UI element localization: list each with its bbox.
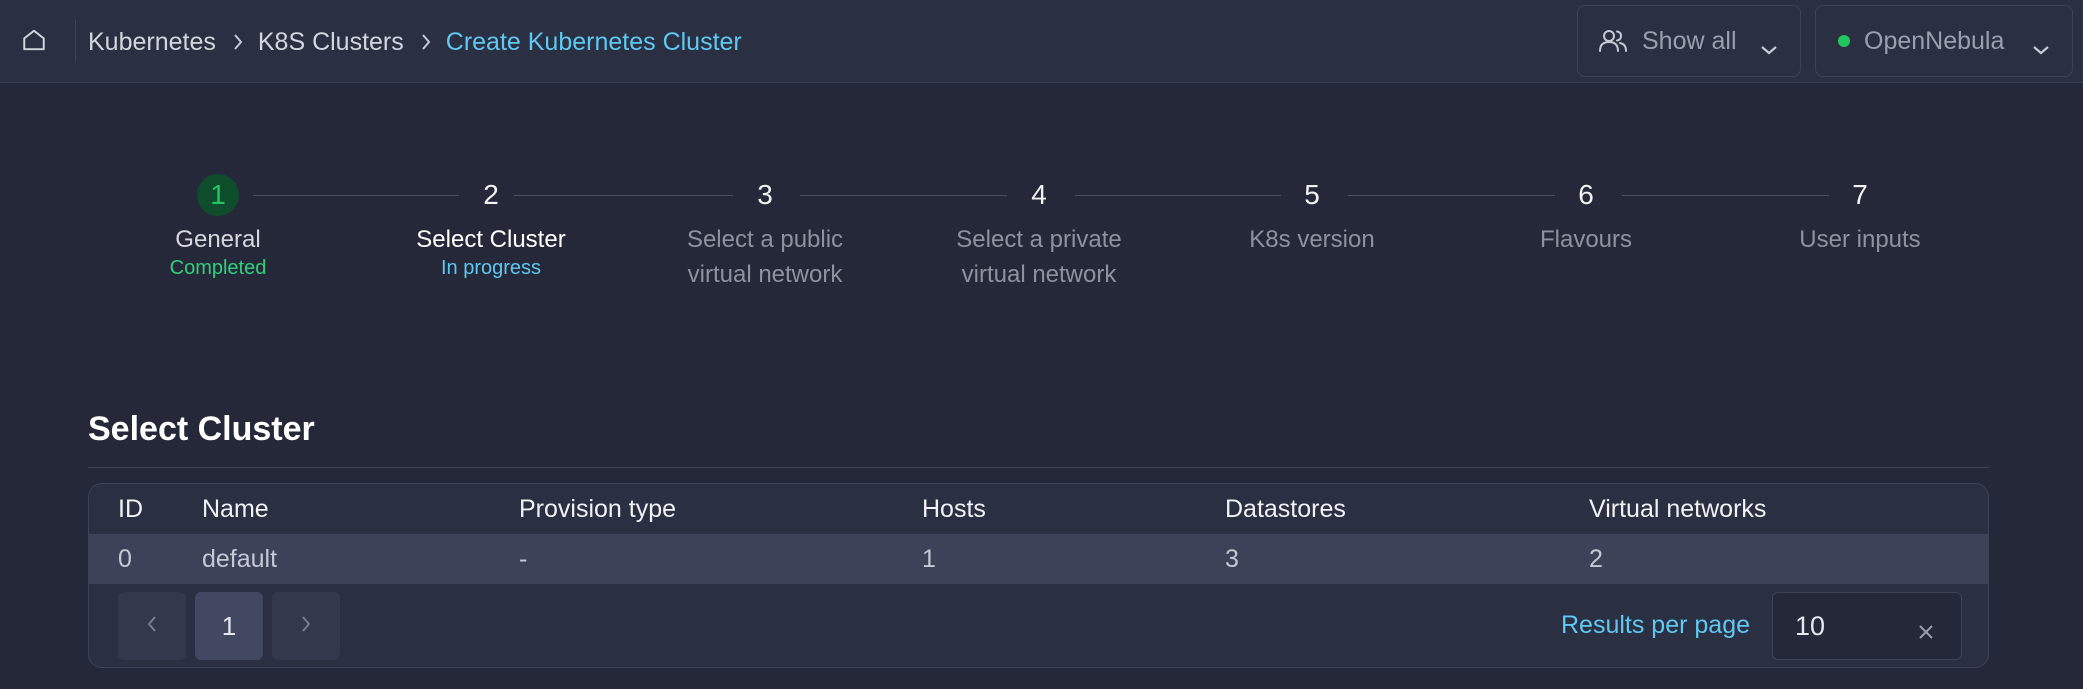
close-icon[interactable]	[1917, 617, 1935, 648]
step-select-cluster: 2 Select Cluster In progress	[376, 174, 606, 280]
step-label: Select a private virtual network	[924, 222, 1154, 292]
next-page-button[interactable]	[272, 592, 340, 660]
step-label: User inputs	[1799, 226, 1921, 253]
home-button[interactable]	[14, 22, 54, 62]
group-filter-label: Show all	[1642, 26, 1737, 55]
results-per-page-select[interactable]: 10	[1772, 592, 1962, 660]
divider	[75, 20, 76, 62]
step-k8s-version: 5 K8s version	[1197, 174, 1427, 257]
column-header-provision-type[interactable]: Provision type	[519, 495, 676, 524]
chevron-left-icon	[146, 615, 158, 638]
step-flavours: 6 Flavours	[1471, 174, 1701, 257]
chevron-down-icon	[2032, 34, 2050, 63]
step-label-line: virtual network	[687, 261, 843, 288]
column-header-name[interactable]: Name	[202, 495, 269, 524]
step-number: 1	[197, 174, 239, 216]
cell-name: default	[202, 544, 278, 573]
step-number: 2	[483, 179, 499, 210]
step-user-inputs: 7 User inputs	[1745, 174, 1975, 257]
step-label: Select a public virtual network	[650, 222, 880, 292]
column-header-virtual-networks[interactable]: Virtual networks	[1589, 495, 1766, 524]
cell-virtual-networks: 2	[1589, 544, 1603, 573]
divider	[88, 467, 1989, 468]
step-status: In progress	[440, 257, 542, 279]
users-icon	[1598, 28, 1628, 54]
step-label: K8s version	[1249, 226, 1375, 253]
results-per-page-label: Results per page	[1561, 611, 1751, 639]
breadcrumb: Kubernetes K8S Clusters Create Kubernete…	[88, 24, 742, 60]
step-label-line: Select a private	[956, 226, 1122, 253]
step-number: 4	[1031, 179, 1047, 210]
chevron-right-icon	[420, 33, 432, 51]
step-label: General	[175, 226, 261, 253]
step-public-network: 3 Select a public virtual network	[650, 174, 880, 292]
table-header: ID Name Provision type Hosts Datastores …	[89, 484, 1988, 534]
breadcrumb-current: Create Kubernetes Cluster	[445, 27, 742, 56]
step-number: 5	[1304, 179, 1320, 210]
zone-label: OpenNebula	[1864, 26, 2005, 55]
step-number: 7	[1852, 179, 1868, 210]
top-bar: Kubernetes K8S Clusters Create Kubernete…	[0, 0, 2083, 83]
step-general: 1 General Completed	[103, 174, 333, 280]
step-private-network: 4 Select a private virtual network	[924, 174, 1154, 292]
breadcrumb-k8s-clusters[interactable]: K8S Clusters	[258, 28, 404, 57]
group-filter-dropdown[interactable]: Show all	[1577, 5, 1801, 77]
step-label-line: virtual network	[961, 261, 1117, 288]
table-row[interactable]: 0 default - 1 3 2	[89, 534, 1988, 584]
step-number: 6	[1578, 179, 1594, 210]
zone-status-dot	[1838, 35, 1850, 47]
chevron-down-icon	[1760, 34, 1778, 63]
step-label-line: Select a public	[686, 226, 844, 253]
section-title: Select Cluster	[88, 410, 315, 448]
cell-id: 0	[118, 544, 132, 573]
previous-page-button[interactable]	[118, 592, 186, 660]
step-label: Select Cluster	[416, 226, 566, 253]
page-button-current[interactable]: 1	[195, 592, 263, 660]
cell-provision-type: -	[519, 544, 528, 573]
step-label: Flavours	[1539, 226, 1633, 253]
chevron-right-icon	[300, 615, 312, 638]
column-header-hosts[interactable]: Hosts	[922, 495, 986, 524]
cell-hosts: 1	[922, 544, 936, 573]
results-per-page-value: 10	[1795, 610, 1826, 641]
cell-datastores: 3	[1225, 544, 1239, 573]
chevron-right-icon	[232, 33, 244, 51]
home-icon	[21, 27, 47, 58]
column-header-datastores[interactable]: Datastores	[1225, 495, 1346, 524]
clusters-table: ID Name Provision type Hosts Datastores …	[88, 483, 1989, 668]
breadcrumb-kubernetes[interactable]: Kubernetes	[88, 28, 216, 57]
zone-dropdown[interactable]: OpenNebula	[1815, 5, 2073, 77]
column-header-id[interactable]: ID	[118, 495, 143, 524]
step-number: 3	[757, 179, 773, 210]
step-status: Completed	[169, 257, 267, 279]
